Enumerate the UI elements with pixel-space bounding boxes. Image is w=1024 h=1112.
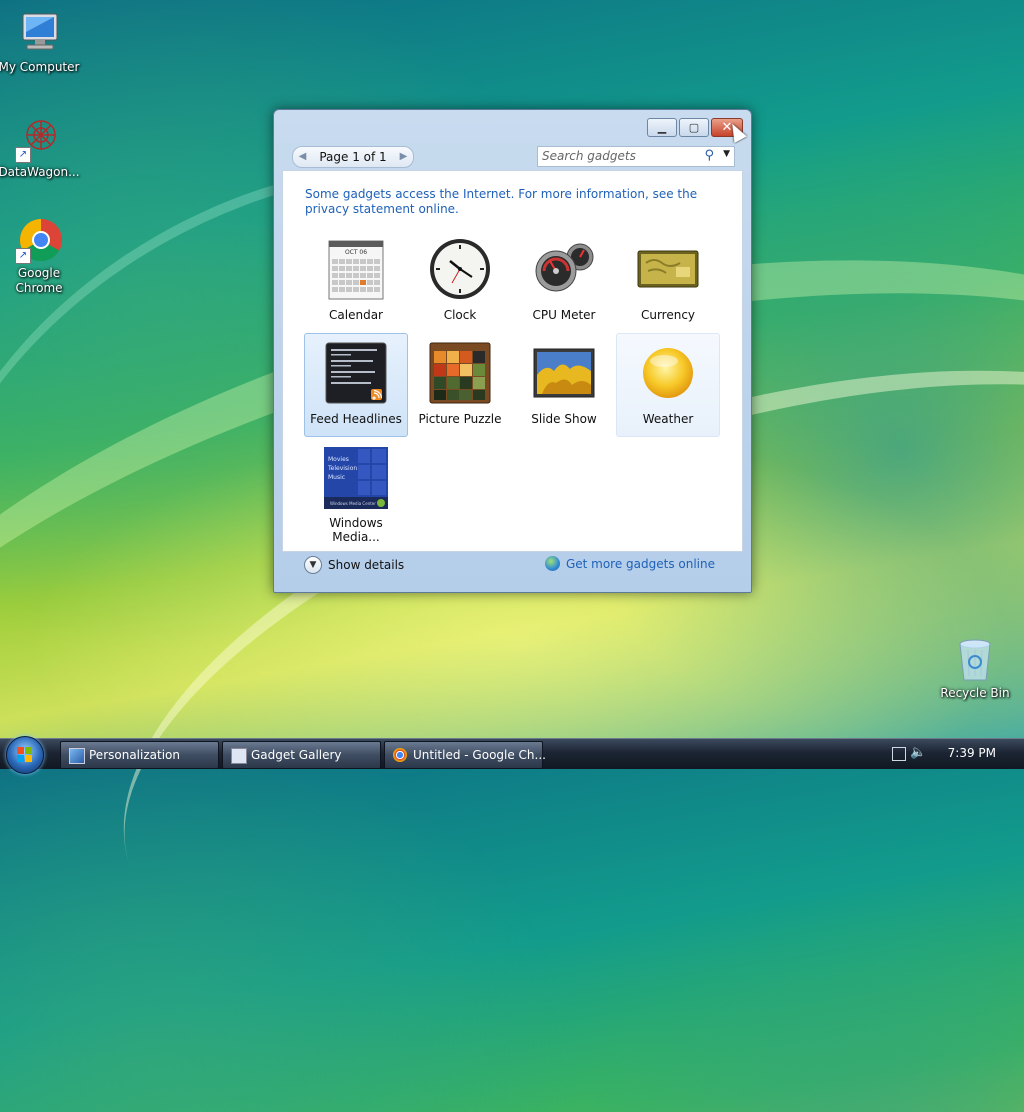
gadget-gallery-window[interactable]: ▁ ▢ ✕ ◀ Page 1 of 1 ▶ ⚲ ▼ Some gadgets a… <box>273 109 752 593</box>
clock-time[interactable]: 7:39 PM <box>948 746 996 760</box>
gadget-currency[interactable]: Currency <box>616 229 720 333</box>
wmc-item-label: Music <box>328 474 345 481</box>
chrome-icon: ↗ <box>15 216 63 264</box>
taskbar-item-label: Gadget Gallery <box>251 748 342 762</box>
datawagon-icon: ↗ <box>15 115 63 163</box>
gadget-slide-show[interactable]: Slide Show <box>512 333 616 437</box>
shortcut-arrow-icon: ↗ <box>15 147 31 163</box>
system-tray: 🔈 7:39 PM <box>884 739 1024 769</box>
chevron-left-icon: ◀ <box>298 151 307 162</box>
get-more-gadgets-link[interactable]: Get more gadgets online <box>544 556 715 571</box>
clock-icon <box>428 237 492 301</box>
desktop-icon-google-chrome[interactable]: ↗ Google Chrome <box>0 216 81 296</box>
recycle-bin-icon <box>951 636 999 684</box>
start-button[interactable] <box>6 736 44 774</box>
gadget-weather[interactable]: Weather <box>616 333 720 437</box>
slide-show-icon <box>532 341 596 405</box>
windows-media-center-icon: Movies Television Music Windows Media Ce… <box>324 445 388 509</box>
gallery-footer: ▼ Show details Get more gadgets online <box>282 550 741 586</box>
gadget-name: Slide Show <box>531 412 597 426</box>
gallery-toolbar: ◀ Page 1 of 1 ▶ ⚲ ▼ <box>282 140 741 170</box>
taskbar-item-google-chrome[interactable]: Untitled - Google Ch... <box>384 741 546 769</box>
search-dropdown-icon[interactable]: ▼ <box>723 149 730 159</box>
wmc-item-label: Television <box>327 465 357 472</box>
taskbar-item-gadget-gallery[interactable]: Gadget Gallery <box>222 741 381 769</box>
search-box: ⚲ ▼ <box>537 146 735 167</box>
desktop-icon-my-computer[interactable]: My Computer <box>0 10 81 75</box>
gadget-name: Feed Headlines <box>310 412 402 426</box>
personalization-icon <box>69 748 85 764</box>
gadget-name: Weather <box>642 412 694 426</box>
next-page-button[interactable]: ▶ <box>396 149 411 164</box>
gadget-list-panel: Some gadgets access the Internet. For mo… <box>282 170 743 552</box>
gadget-name: Clock <box>443 308 477 322</box>
gadget-name: Windows Media... <box>329 516 383 544</box>
windows-logo-icon <box>17 747 33 763</box>
maximize-icon: ▢ <box>688 121 700 134</box>
feed-headlines-icon <box>324 341 388 405</box>
calendar-month-label: OCT 06 <box>345 249 367 256</box>
gadget-clock[interactable]: Clock <box>408 229 512 333</box>
globe-icon <box>544 556 560 571</box>
chrome-icon <box>393 748 407 762</box>
gadget-windows-media-center[interactable]: Movies Television Music Windows Media Ce… <box>304 437 408 544</box>
gadget-calendar[interactable]: OCT 06 Calendar <box>304 229 408 333</box>
calendar-icon: OCT 06 <box>324 237 388 301</box>
desktop-icon-label: Google Chrome <box>15 266 63 295</box>
desktop-icon-label: My Computer <box>0 60 80 74</box>
gadget-name: CPU Meter <box>532 308 596 322</box>
gadget-name: Calendar <box>329 308 383 322</box>
volume-icon[interactable]: 🔈 <box>910 745 926 760</box>
gadget-gallery-icon <box>231 748 247 764</box>
page-navigator: ◀ Page 1 of 1 ▶ <box>292 146 414 168</box>
minimize-button[interactable]: ▁ <box>647 118 677 137</box>
desktop-icon-label: DataWagon... <box>0 165 80 179</box>
network-icon[interactable] <box>892 747 906 761</box>
cpu-meter-icon <box>532 237 596 301</box>
shortcut-arrow-icon: ↗ <box>15 248 31 264</box>
chevron-right-icon: ▶ <box>399 151 408 162</box>
taskbar-item-label: Personalization <box>89 748 180 762</box>
show-details-label: Show details <box>328 558 405 572</box>
privacy-notice-link[interactable]: Some gadgets access the Internet. For mo… <box>305 187 725 217</box>
chevron-down-icon: ▼ <box>304 556 322 574</box>
taskbar: Personalization Gadget Gallery Untitled … <box>0 736 1024 774</box>
gadget-feed-headlines[interactable]: Feed Headlines <box>304 333 408 437</box>
gadget-picture-puzzle[interactable]: Picture Puzzle <box>408 333 512 437</box>
show-details-button[interactable]: ▼ Show details <box>304 556 404 574</box>
previous-page-button[interactable]: ◀ <box>295 149 310 164</box>
minimize-icon: ▁ <box>657 121 667 134</box>
wmc-item-label: Movies <box>328 456 349 463</box>
wmc-bar-label: Windows Media Center <box>330 501 376 506</box>
picture-puzzle-icon <box>428 341 492 405</box>
sun-icon <box>636 341 700 405</box>
maximize-button[interactable]: ▢ <box>679 118 709 137</box>
desktop-icon-datawagon[interactable]: ↗ DataWagon... <box>0 115 81 180</box>
search-icon[interactable]: ⚲ <box>704 148 714 163</box>
page-label: Page 1 of 1 <box>319 150 387 164</box>
desktop-icon-label: Recycle Bin <box>940 686 1010 700</box>
get-more-gadgets-label: Get more gadgets online <box>565 556 715 571</box>
gadget-cpu-meter[interactable]: CPU Meter <box>512 229 616 333</box>
gadget-name: Picture Puzzle <box>418 412 502 426</box>
currency-icon <box>636 237 700 301</box>
desktop-icon-recycle-bin[interactable]: Recycle Bin <box>933 636 1017 701</box>
taskbar-item-label: Untitled - Google Ch... <box>413 748 546 762</box>
gadget-name: Currency <box>640 308 696 322</box>
search-input[interactable] <box>542 149 692 163</box>
computer-icon <box>15 10 63 58</box>
taskbar-item-personalization[interactable]: Personalization <box>60 741 219 769</box>
